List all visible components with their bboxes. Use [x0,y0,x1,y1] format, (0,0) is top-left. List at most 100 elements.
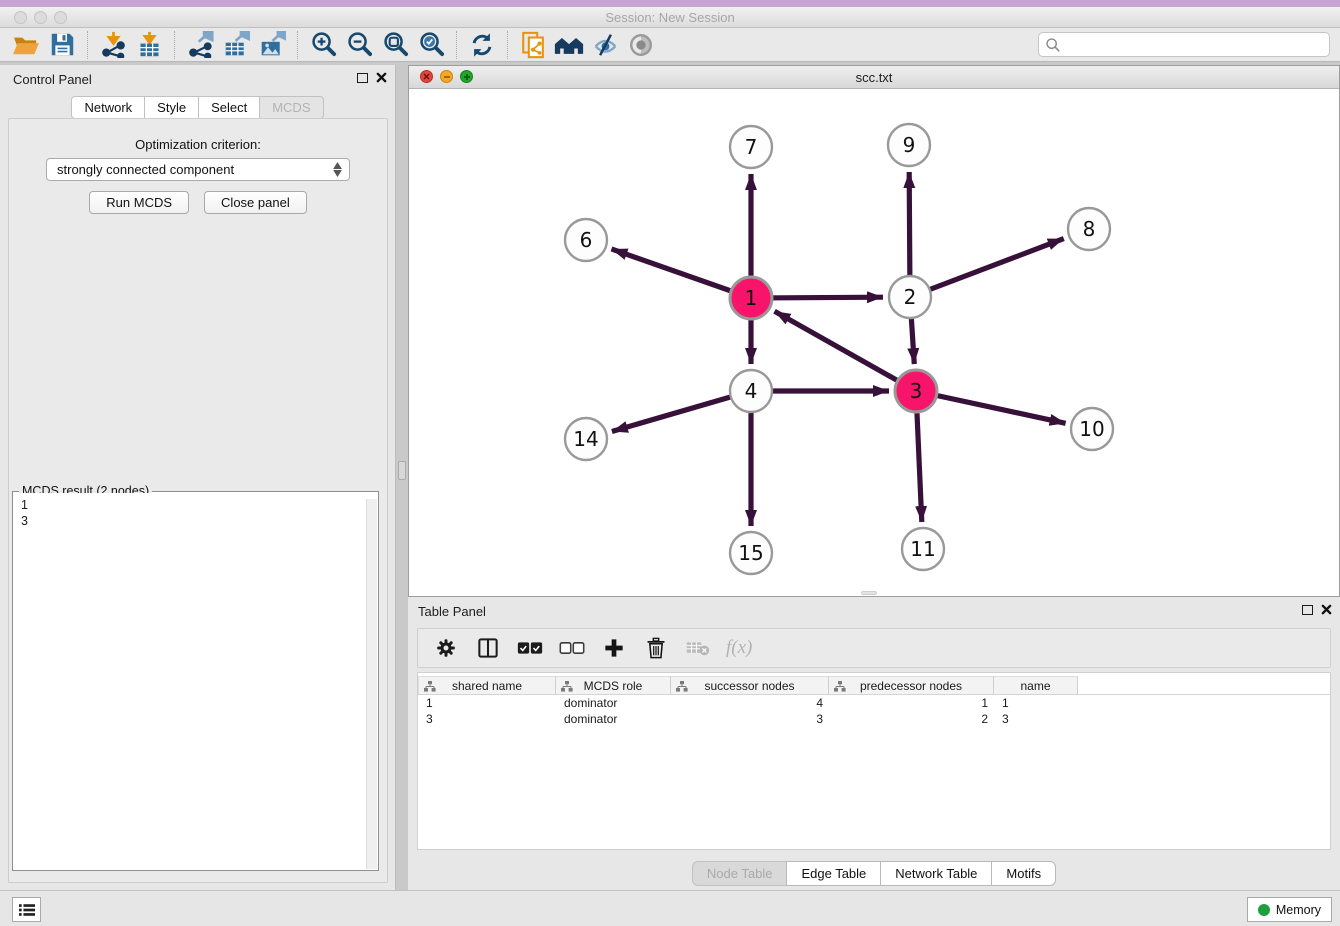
tab-motifs[interactable]: Motifs [991,861,1056,886]
export-network-button[interactable] [182,30,218,60]
clone-network-icon [520,31,547,59]
task-history-button[interactable] [12,897,41,922]
table-cell[interactable]: 1 [994,695,1078,711]
table-cell[interactable]: 3 [418,711,556,727]
list-icon [19,903,35,917]
close-panel-button[interactable]: Close panel [204,191,307,214]
network-window-titlebar[interactable]: scc.txt [409,66,1339,89]
table-cell[interactable]: 4 [671,695,829,711]
hierarchy-icon [834,681,846,692]
run-mcds-button[interactable]: Run MCDS [89,191,189,214]
hierarchy-icon [561,681,573,692]
table-cell[interactable]: 1 [418,695,556,711]
hide-selected-button[interactable] [587,30,623,60]
graph-edge-2-8[interactable] [910,239,1064,297]
export-table-icon [223,31,250,58]
refresh-button[interactable] [464,30,500,60]
panel-divider-grip[interactable] [398,461,406,480]
toggle-columns-button[interactable] [474,633,502,663]
table-header-row: shared nameMCDS rolesuccessor nodesprede… [418,676,1330,695]
open-session-button[interactable] [8,30,44,60]
hierarchy-icon [424,681,436,692]
first-neighbors-button[interactable] [551,30,587,60]
export-table-button[interactable] [218,30,254,60]
table-toolbar: f(x) [417,628,1331,668]
dropdown-stepper-icon [333,162,342,177]
tab-select[interactable]: Select [198,96,259,119]
column-header-shared-name[interactable]: shared name [418,676,556,694]
zoom-in-button[interactable] [305,30,341,60]
import-network-icon [100,31,127,58]
tab-mcds[interactable]: MCDS [259,96,323,119]
delete-column-button[interactable] [642,633,670,663]
graph-node-label: 4 [745,379,758,403]
import-network-button[interactable] [95,30,131,60]
gear-icon [435,637,457,659]
table-cell[interactable]: 3 [994,711,1078,727]
deselect-all-rows-button[interactable] [558,633,586,663]
optimization-criterion-label: Optimization criterion: [9,137,387,152]
graph-node-label: 6 [580,228,593,252]
graph-node-label: 10 [1079,417,1104,441]
table-cell[interactable]: dominator [556,711,671,727]
tab-edge-table[interactable]: Edge Table [786,861,880,886]
tab-network-table[interactable]: Network Table [880,861,991,886]
graph-edge-3-1[interactable] [775,311,916,391]
table-cell[interactable]: 2 [829,711,994,727]
graph-node-label: 2 [904,285,917,309]
column-header-successor-nodes[interactable]: successor nodes [671,676,829,694]
zoom-fit-button[interactable] [377,30,413,60]
export-image-button[interactable] [254,30,290,60]
tab-network[interactable]: Network [71,96,144,119]
save-session-button[interactable] [44,30,80,60]
graph-edge-3-10[interactable] [916,391,1066,423]
show-all-button[interactable] [623,30,659,60]
close-panel-icon[interactable] [376,72,387,83]
export-network-icon [187,31,214,58]
table-settings-button[interactable] [432,633,460,663]
eye-icon [628,32,654,58]
graph-node-label: 1 [745,286,758,310]
tab-style[interactable]: Style [144,96,198,119]
table-cell[interactable]: dominator [556,695,671,711]
create-column-button[interactable] [600,633,628,663]
clone-network-button[interactable] [515,30,551,60]
memory-button[interactable]: Memory [1247,897,1332,922]
table-row[interactable]: 3dominator323 [418,711,1330,727]
import-table-button[interactable] [131,30,167,60]
tab-node-table[interactable]: Node Table [692,861,787,886]
view-resize-grip[interactable] [861,591,877,595]
result-scrollbar[interactable] [366,499,377,869]
table-row[interactable]: 1dominator411 [418,695,1330,711]
function-builder-button-disabled: f(x) [726,637,752,659]
close-table-panel-icon[interactable] [1321,604,1332,615]
graph-node-label: 11 [910,537,935,561]
network-view-window: scc.txt 7968124314101511 [408,65,1340,597]
zoom-out-button[interactable] [341,30,377,60]
checked-boxes-icon [517,641,543,655]
mcds-result-list[interactable]: 13 [14,493,365,869]
float-table-panel-icon[interactable] [1302,605,1313,615]
zoom-selected-icon [418,31,445,58]
search-field[interactable] [1038,32,1330,57]
column-header-name[interactable]: name [994,676,1078,694]
network-graph-canvas[interactable]: 7968124314101511 [409,89,1339,596]
search-input[interactable] [1061,37,1329,52]
toolbar-separator [507,31,508,59]
table-cell[interactable]: 1 [829,695,994,711]
table-cell[interactable]: 3 [671,711,829,727]
desktop-strip [0,0,1340,7]
network-window-title: scc.txt [409,70,1339,85]
toolbar-separator [174,31,175,59]
select-all-rows-button[interactable] [516,633,544,663]
column-header-predecessor-nodes[interactable]: predecessor nodes [829,676,994,694]
control-panel-header: Control Panel [0,65,395,93]
graph-node-label: 3 [910,379,923,403]
column-header-MCDS-role[interactable]: MCDS role [556,676,671,694]
criterion-dropdown-value: strongly connected component [57,162,234,177]
node-table: shared nameMCDS rolesuccessor nodesprede… [417,672,1331,850]
zoom-selected-button[interactable] [413,30,449,60]
main-toolbar [0,28,1340,62]
criterion-dropdown[interactable]: strongly connected component [46,158,350,181]
float-panel-icon[interactable] [357,73,368,83]
